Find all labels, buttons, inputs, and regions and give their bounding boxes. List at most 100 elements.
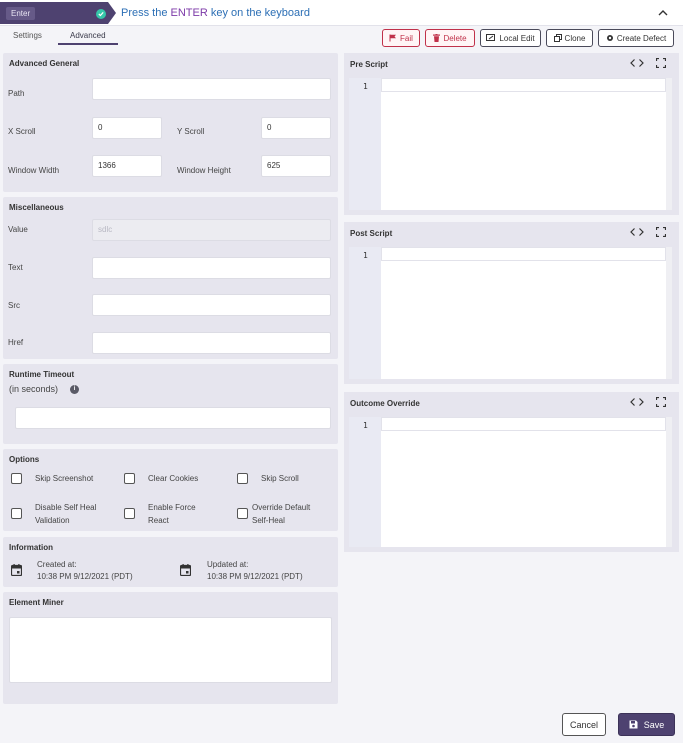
- element-miner-panel: Element Miner: [3, 592, 338, 704]
- panel-title: Miscellaneous: [9, 203, 64, 212]
- calendar-icon: [180, 564, 191, 576]
- window-height-label: Window Height: [177, 166, 231, 175]
- skip-screenshot-label: Skip Screenshot: [35, 474, 94, 483]
- active-tab-indicator: [58, 43, 118, 45]
- href-input[interactable]: [92, 332, 331, 354]
- window-width-label: Window Width: [8, 166, 60, 175]
- create-defect-label: Create Defect: [616, 33, 667, 43]
- options-panel: Options Skip Screenshot Clear Cookies Sk…: [3, 449, 338, 531]
- panel-title: Options: [9, 455, 40, 464]
- fullscreen-icon[interactable]: [656, 58, 666, 68]
- cancel-button[interactable]: Cancel: [562, 713, 606, 736]
- pre-script-editor[interactable]: 1: [349, 78, 672, 210]
- x-scroll-input[interactable]: 0: [92, 117, 162, 139]
- skip-screenshot-checkbox[interactable]: [11, 473, 22, 484]
- save-button[interactable]: Save: [618, 713, 675, 736]
- panel-title: Element Miner: [9, 598, 64, 607]
- line-gutter: 1: [349, 78, 381, 210]
- outcome-override-editor[interactable]: 1: [349, 417, 672, 547]
- tab-settings[interactable]: Settings: [13, 31, 42, 40]
- x-scroll-label: X Scroll: [8, 127, 36, 136]
- clear-cookies-checkbox[interactable]: [124, 473, 135, 484]
- post-script-panel: Post Script 1: [344, 222, 679, 384]
- line-number: 1: [363, 421, 368, 430]
- pre-script-panel: Pre Script 1: [344, 53, 679, 215]
- info-icon[interactable]: i: [70, 385, 79, 394]
- fullscreen-icon[interactable]: [656, 227, 666, 237]
- save-label: Save: [643, 719, 665, 730]
- active-line: [381, 78, 666, 92]
- code-icon[interactable]: [630, 58, 644, 68]
- clone-label: Clone: [564, 33, 586, 43]
- panel-title: Runtime Timeout: [9, 370, 75, 379]
- clone-button[interactable]: Clone: [546, 29, 593, 47]
- line-number: 1: [363, 251, 368, 260]
- save-icon: [629, 720, 638, 729]
- updated-label: Updated at:: [207, 560, 249, 569]
- created-label: Created at:: [37, 560, 77, 569]
- panel-title: Information: [9, 543, 53, 552]
- path-input[interactable]: [92, 78, 331, 100]
- chevron-up-icon[interactable]: [657, 8, 669, 18]
- window-height-input[interactable]: 625: [261, 155, 331, 177]
- create-defect-button[interactable]: Create Defect: [598, 29, 674, 47]
- code-icon[interactable]: [630, 227, 644, 237]
- href-label: Href: [8, 338, 24, 347]
- skip-scroll-checkbox[interactable]: [237, 473, 248, 484]
- fullscreen-icon[interactable]: [656, 397, 666, 407]
- miscellaneous-panel: Miscellaneous Value sdlc Text Src Href: [3, 197, 338, 359]
- text-input[interactable]: [92, 257, 331, 279]
- step-header[interactable]: Enter Press the ENTER key on the keyboar…: [0, 0, 683, 26]
- editor-title: Post Script: [350, 229, 393, 238]
- disable-self-heal-label-line2: Validation: [35, 516, 70, 525]
- enable-force-react-checkbox[interactable]: [124, 508, 135, 519]
- check-circle-icon: [96, 9, 106, 19]
- title-suffix: key on the keyboard: [207, 7, 310, 19]
- window-width-input[interactable]: 1366: [92, 155, 162, 177]
- runtime-timeout-input[interactable]: [15, 407, 331, 429]
- local-edit-icon: [486, 34, 496, 41]
- tab-advanced[interactable]: Advanced: [70, 31, 106, 40]
- src-label: Src: [8, 301, 20, 310]
- updated-value: 10:38 PM 9/12/2021 (PDT): [207, 572, 303, 581]
- delete-button[interactable]: Delete: [425, 29, 475, 47]
- disable-self-heal-checkbox[interactable]: [11, 508, 22, 519]
- panel-title: Advanced General: [9, 59, 80, 68]
- line-gutter: 1: [349, 417, 381, 547]
- local-edit-button[interactable]: Local Edit: [480, 29, 541, 47]
- advanced-general-panel: Advanced General Path X Scroll 0 Y Scrol…: [3, 53, 338, 192]
- fail-button[interactable]: Fail: [382, 29, 420, 47]
- enable-force-label-line2: React: [148, 516, 169, 525]
- post-script-editor[interactable]: 1: [349, 247, 672, 379]
- local-edit-label: Local Edit: [499, 33, 535, 43]
- title-prefix: Press the: [121, 7, 171, 19]
- cancel-label: Cancel: [569, 719, 598, 730]
- gear-icon: [606, 35, 613, 41]
- text-label: Text: [8, 263, 23, 272]
- disable-self-heal-label-line1: Disable Self Heal: [35, 503, 97, 512]
- skip-scroll-label: Skip Scroll: [261, 474, 299, 483]
- code-icon[interactable]: [630, 397, 644, 407]
- step-badge: Enter: [0, 2, 116, 24]
- flag-icon: [389, 34, 397, 42]
- fail-label: Fail: [400, 33, 413, 43]
- step-label: Enter: [6, 7, 36, 20]
- editor-title: Outcome Override: [350, 399, 420, 408]
- information-panel: Information Created at: 10:38 PM 9/12/20…: [3, 537, 338, 587]
- trash-icon: [433, 34, 441, 42]
- override-label-line1: Override Default: [252, 503, 311, 512]
- editor-title: Pre Script: [350, 60, 388, 69]
- override-self-heal-checkbox[interactable]: [237, 508, 248, 519]
- element-miner-textarea[interactable]: [9, 617, 332, 683]
- y-scroll-label: Y Scroll: [177, 127, 205, 136]
- y-scroll-input[interactable]: 0: [261, 117, 331, 139]
- active-line: [381, 417, 666, 431]
- delete-label: Delete: [443, 33, 467, 43]
- src-input[interactable]: [92, 294, 331, 316]
- created-value: 10:38 PM 9/12/2021 (PDT): [37, 572, 133, 581]
- title-keyword: ENTER: [170, 7, 208, 19]
- outcome-override-panel: Outcome Override 1: [344, 392, 679, 552]
- value-label: Value: [8, 225, 28, 234]
- clear-cookies-label: Clear Cookies: [148, 474, 199, 483]
- clone-icon: [553, 34, 562, 42]
